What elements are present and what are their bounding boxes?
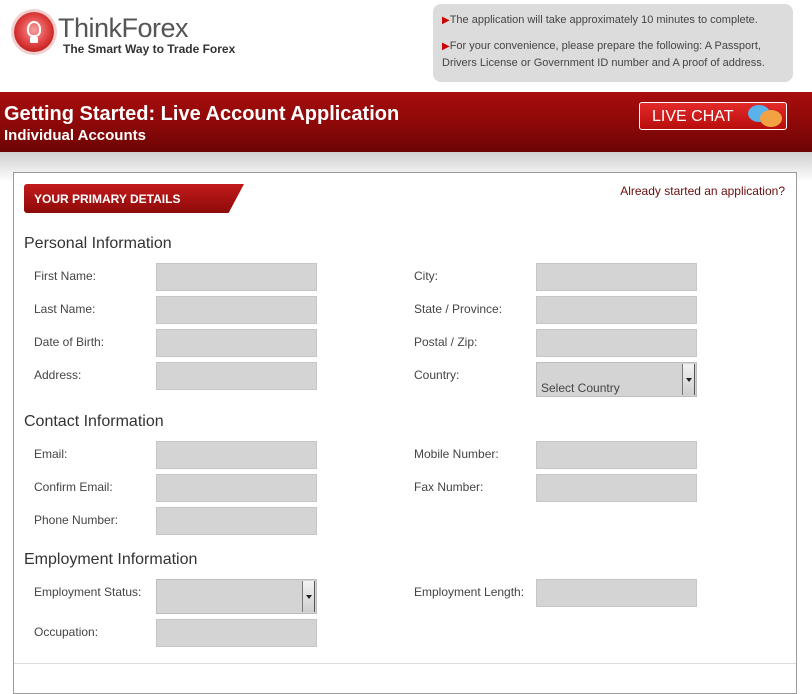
brand-tagline: The Smart Way to Trade Forex — [63, 42, 236, 56]
chevron-down-icon[interactable] — [302, 581, 315, 612]
employment-length-label: Employment Length: — [414, 585, 525, 599]
mobile-field[interactable] — [536, 441, 697, 469]
first-name-field[interactable] — [156, 263, 317, 291]
country-label: Country: — [414, 368, 460, 382]
email-label: Email: — [34, 447, 68, 461]
page-header: ThinkForex The Smart Way to Trade Forex … — [0, 0, 812, 92]
dob-field[interactable] — [156, 329, 317, 357]
address-label: Address: — [34, 368, 82, 382]
email-field[interactable] — [156, 441, 317, 469]
dob-label: Date of Birth: — [34, 335, 105, 349]
fax-field[interactable] — [536, 474, 697, 502]
fax-label: Fax Number: — [414, 480, 484, 494]
title-banner: Getting Started: Live Account Applicatio… — [0, 92, 812, 152]
step-ribbon: YOUR PRIMARY DETAILS — [24, 184, 244, 213]
postal-label: Postal / Zip: — [414, 335, 478, 349]
employment-info-heading: Employment Information — [24, 551, 198, 568]
notice-line-2a: For your convenience, please prepare the… — [449, 40, 761, 52]
already-started-link[interactable]: Already started an application? — [620, 184, 785, 198]
live-chat-button[interactable]: LIVE CHAT — [639, 102, 787, 130]
page-title: Getting Started: Live Account Applicatio… — [4, 103, 400, 125]
city-field[interactable] — [536, 263, 697, 291]
city-label: City: — [414, 269, 438, 283]
chat-bubble-icon — [760, 110, 782, 127]
country-select[interactable]: Select Country — [536, 362, 697, 397]
divider — [14, 663, 796, 664]
confirm-email-field[interactable] — [156, 474, 317, 502]
confirm-email-label: Confirm Email: — [34, 480, 113, 494]
step-label: YOUR PRIMARY DETAILS — [34, 192, 181, 206]
last-name-field[interactable] — [156, 296, 317, 324]
address-field[interactable] — [156, 362, 317, 390]
last-name-label: Last Name: — [34, 302, 96, 316]
personal-info-heading: Personal Information — [24, 235, 172, 252]
bullet-arrow-icon: ▶ — [442, 41, 450, 52]
live-chat-label: LIVE CHAT — [652, 108, 734, 125]
country-select-value: Select Country — [541, 381, 620, 395]
notice-line-1: The application will take approximately … — [449, 14, 758, 26]
brand-name: ThinkForex — [58, 13, 189, 43]
contact-info-heading: Contact Information — [24, 413, 164, 430]
occupation-field[interactable] — [156, 619, 317, 647]
employment-status-select[interactable] — [156, 579, 317, 614]
employment-status-label: Employment Status: — [34, 585, 142, 599]
phone-label: Phone Number: — [34, 513, 119, 527]
application-form: YOUR PRIMARY DETAILS Already started an … — [13, 172, 797, 694]
page-subtitle: Individual Accounts — [4, 127, 146, 144]
phone-field[interactable] — [156, 507, 317, 535]
state-label: State / Province: — [414, 302, 503, 316]
employment-length-field[interactable] — [536, 579, 697, 607]
occupation-label: Occupation: — [34, 625, 99, 639]
chevron-down-icon[interactable] — [682, 364, 695, 395]
bullet-arrow-icon: ▶ — [442, 15, 450, 26]
mobile-label: Mobile Number: — [414, 447, 499, 461]
lightbulb-logo-icon — [14, 12, 54, 52]
state-field[interactable] — [536, 296, 697, 324]
first-name-label: First Name: — [34, 269, 97, 283]
notice-line-2b: Drivers License or Government ID number … — [442, 57, 765, 69]
postal-field[interactable] — [536, 329, 697, 357]
notice-box: ▶The application will take approximately… — [433, 4, 793, 82]
